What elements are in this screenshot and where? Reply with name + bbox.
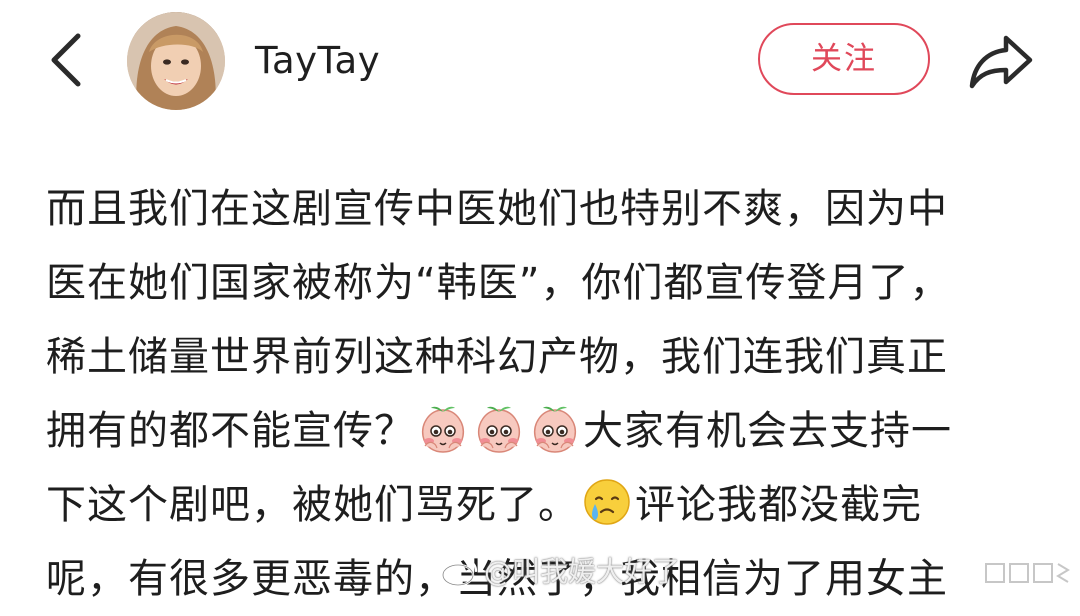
post-line: 而且我们在这剧宣传中医她们也特别不爽，因为中 <box>46 186 948 232</box>
avatar[interactable] <box>127 12 225 110</box>
teary-smile-emoji <box>581 476 633 528</box>
chevron-left-icon <box>40 30 96 90</box>
post-line: 医在她们国家被称为“韩医”，你们都宣传登月了， <box>46 260 951 306</box>
weibo-watermark: @叫我媛大好了 <box>440 552 680 592</box>
blush-peach-emoji <box>417 402 469 454</box>
post-content: 而且我们在这剧宣传中医她们也特别不爽，因为中 医在她们国家被称为“韩医”，你们都… <box>46 172 1046 616</box>
follow-button[interactable]: 关注 <box>758 23 930 95</box>
post-text-segment: 下这个剧吧，被她们骂死了。 <box>46 482 579 528</box>
post-text-segment: 拥有的都不能宣传？ <box>46 408 415 454</box>
post-text-segment: 大家有机会去支持一 <box>583 408 952 454</box>
post-header: TayTay 关注 <box>0 0 1080 130</box>
username[interactable]: TayTay <box>255 36 380 86</box>
share-arrow-icon <box>966 30 1036 92</box>
post-line: 下这个剧吧，被她们骂死了。 评论我都没截完 <box>46 468 1046 542</box>
blush-peach-emoji <box>529 402 581 454</box>
share-button[interactable] <box>966 30 1036 92</box>
watermark-text: @叫我媛大好了 <box>484 555 681 588</box>
back-button[interactable] <box>40 30 96 90</box>
corner-watermark <box>982 556 1072 590</box>
blush-peach-emoji <box>473 402 525 454</box>
post-text-segment: 评论我都没截完 <box>635 482 922 528</box>
post-line: 稀土储量世界前列这种科幻产物，我们连我们真正 <box>46 334 948 380</box>
weibo-logo-icon <box>440 555 480 587</box>
post-line: 拥有的都不能宣传？ 大家有机会去支持一 <box>46 394 1046 468</box>
